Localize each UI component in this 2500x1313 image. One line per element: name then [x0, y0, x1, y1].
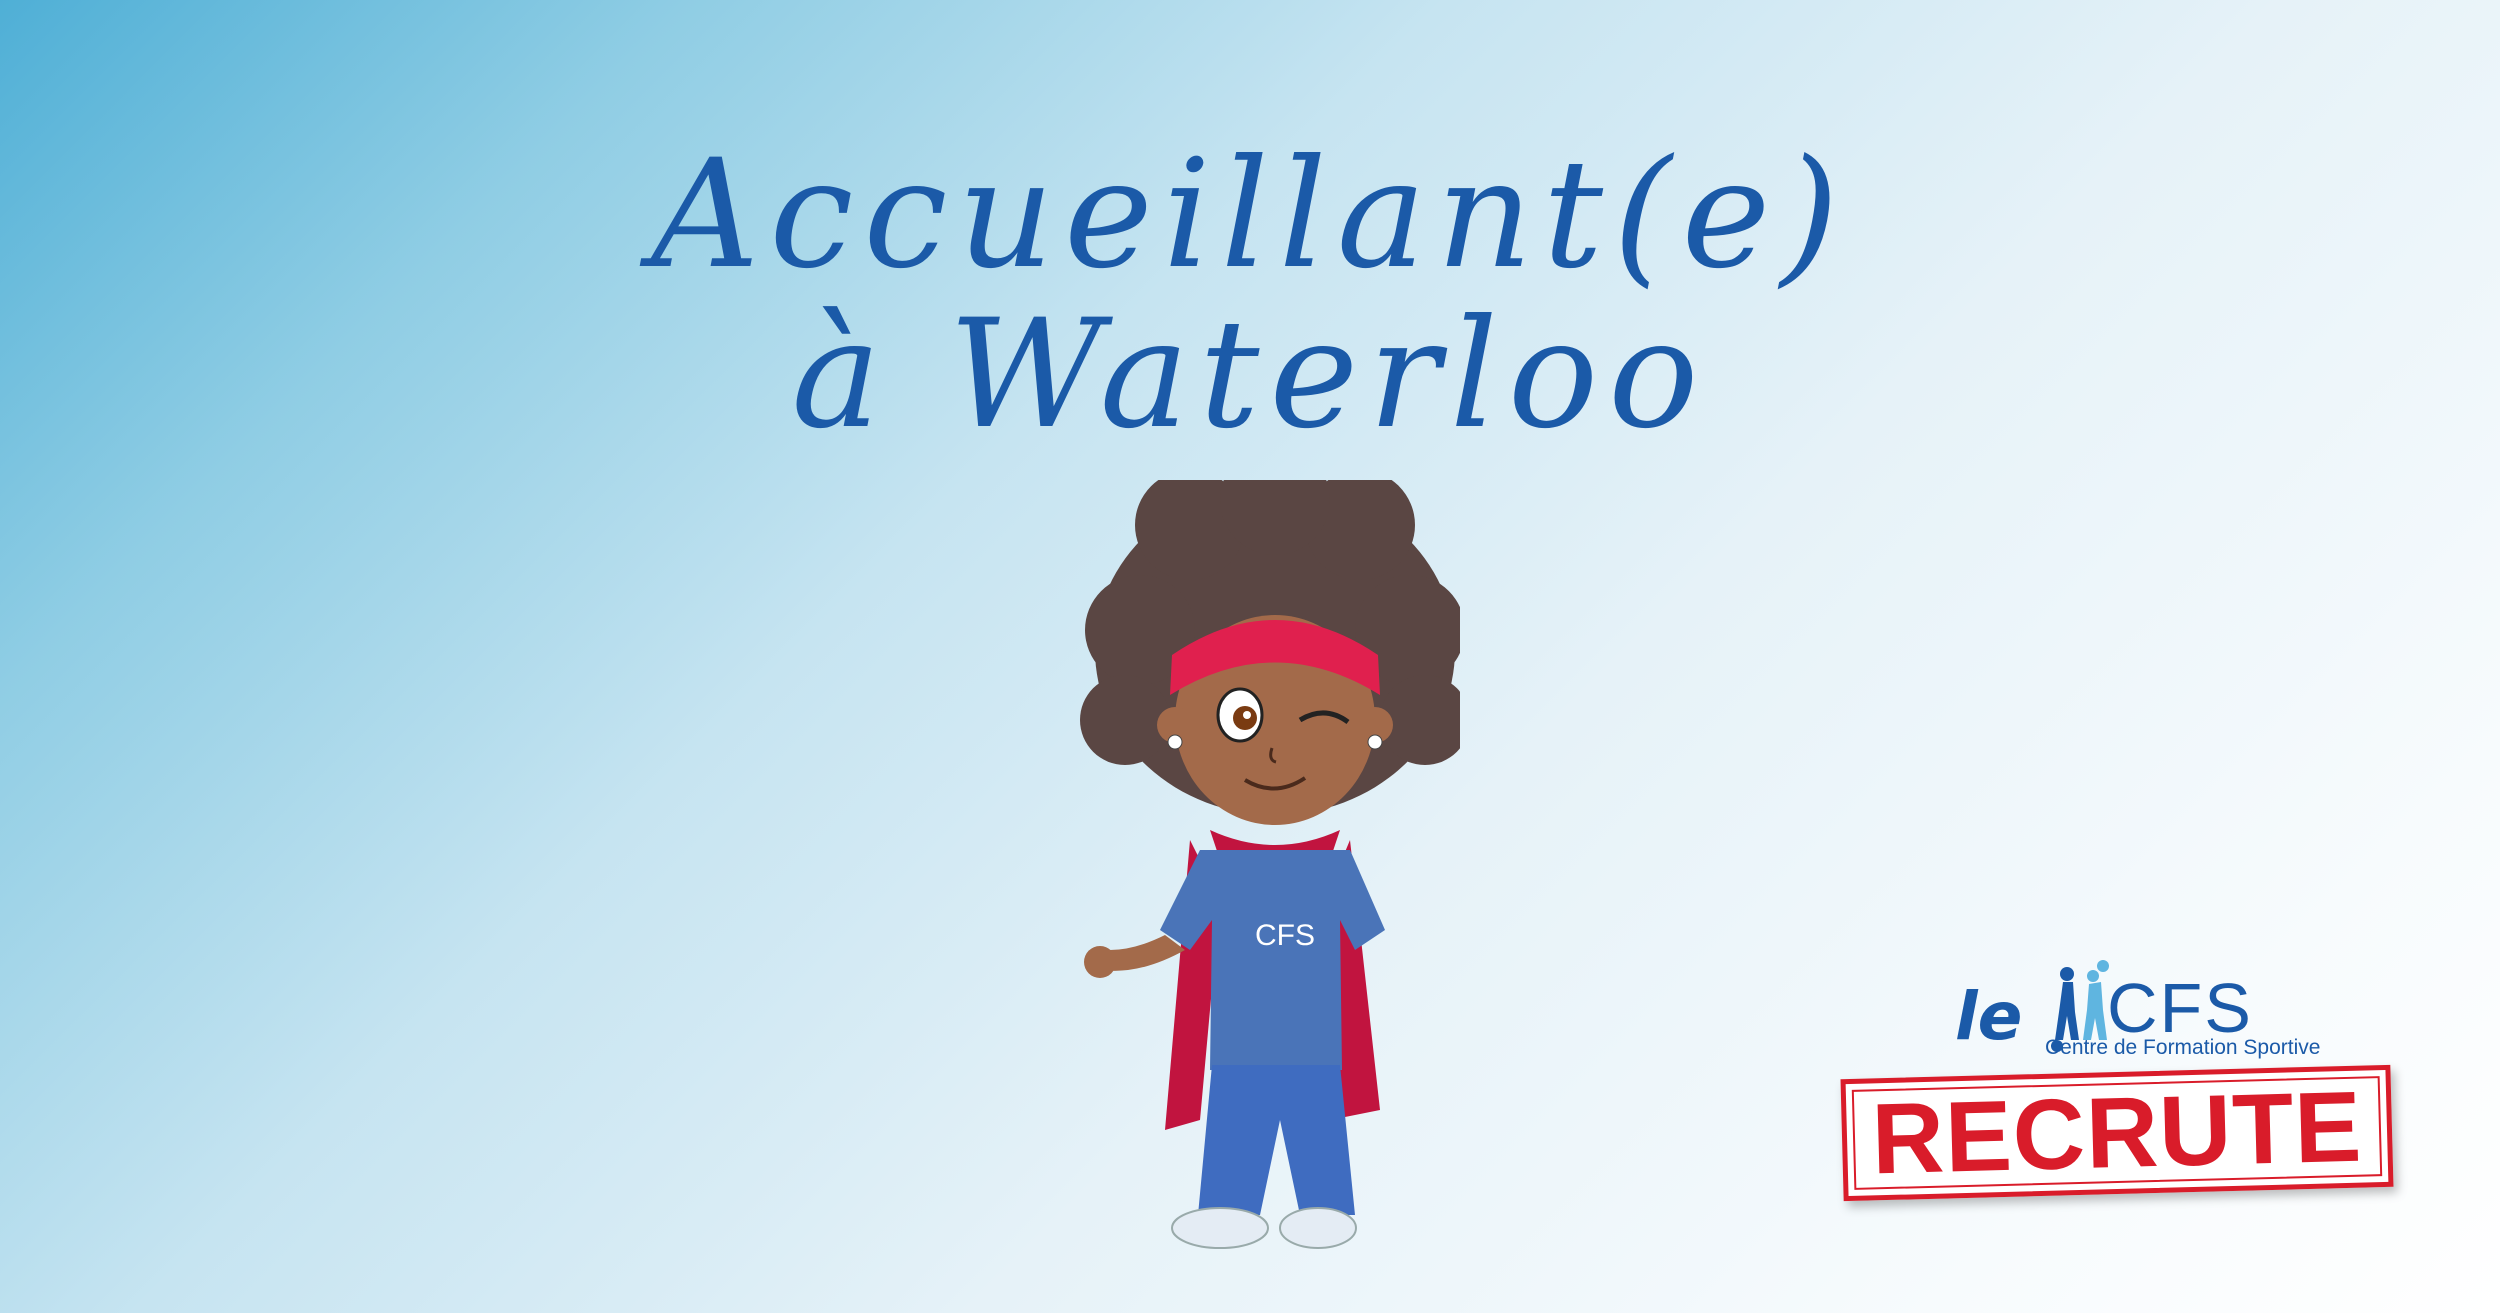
- mascot-illustration: CFS: [1080, 480, 1460, 1249]
- mascot-shoe-right: [1279, 1207, 1357, 1249]
- stamp-label: RECRUTE: [1870, 1070, 2364, 1195]
- logo-prefix: le: [1955, 978, 2023, 1055]
- recrute-stamp: RECRUTE: [1840, 1064, 2394, 1202]
- headline-line-1: Accueillant(e): [651, 128, 1849, 302]
- mascot-shoe-left: [1171, 1207, 1269, 1249]
- cfs-logo: le CFS Centre de Formation Sportive: [1955, 960, 2320, 1060]
- headline-line-2: à Waterloo: [791, 288, 1709, 462]
- mascot-pants: [1198, 1065, 1355, 1215]
- banner: Accueillant(e) à Waterloo CFS le CFS Cen…: [0, 0, 2500, 1313]
- logo-tagline: Centre de Formation Sportive: [2045, 1036, 2321, 1059]
- mascot-shirt-logo: CFS: [1255, 919, 1315, 952]
